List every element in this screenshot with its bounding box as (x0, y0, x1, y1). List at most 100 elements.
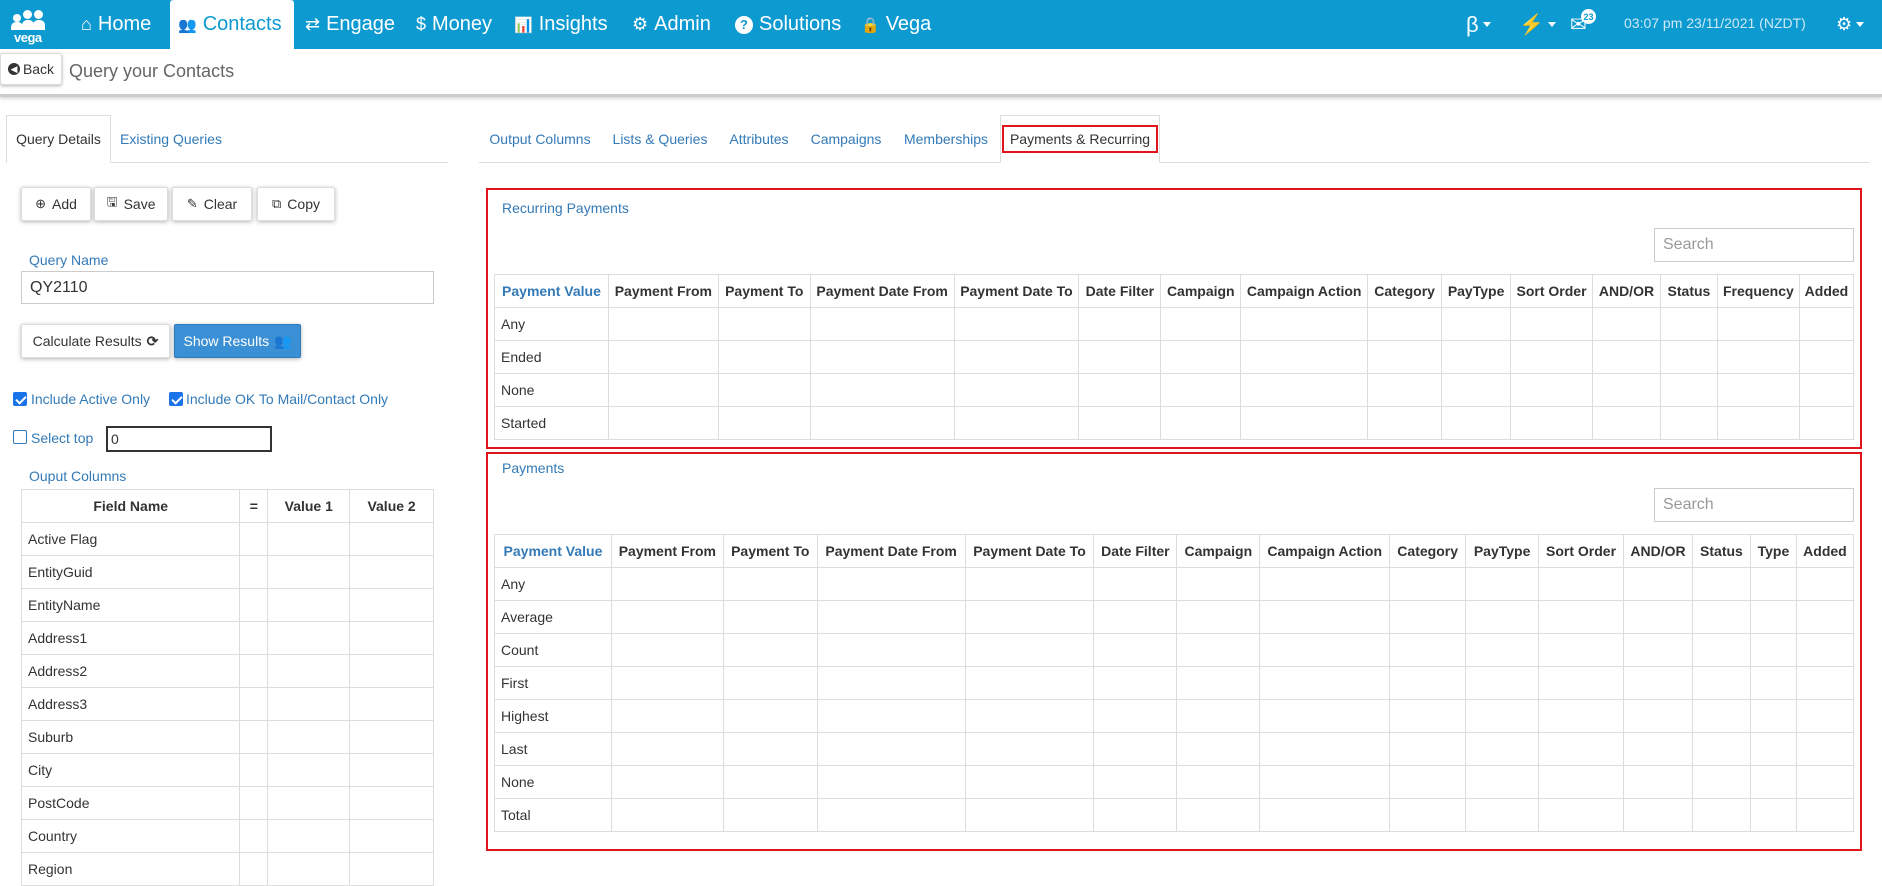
include-active-checkbox[interactable] (13, 392, 27, 406)
criteria-cell[interactable] (964, 765, 1095, 799)
column-header[interactable]: Status (1659, 274, 1718, 308)
operator-cell[interactable] (239, 786, 269, 820)
table-row[interactable]: EntityName (20, 588, 434, 622)
table-row[interactable]: Address3 (20, 687, 434, 721)
column-header[interactable]: Campaign (1176, 534, 1261, 568)
operator-cell[interactable] (239, 819, 269, 853)
value2-cell[interactable] (349, 687, 434, 721)
value1-cell[interactable] (267, 621, 351, 655)
value1-cell[interactable] (267, 753, 351, 787)
column-header[interactable]: Added (1798, 274, 1855, 308)
criteria-cell[interactable] (717, 373, 811, 407)
nav-admin[interactable]: ⚙ Admin (624, 0, 719, 49)
table-row[interactable]: Any (494, 307, 1855, 341)
criteria-cell[interactable] (1659, 340, 1718, 374)
criteria-cell[interactable] (809, 406, 955, 440)
criteria-cell[interactable] (1441, 406, 1512, 440)
criteria-cell[interactable] (1510, 307, 1593, 341)
tab-lists-queries[interactable]: Lists & Queries (605, 115, 715, 163)
criteria-cell[interactable] (1716, 406, 1800, 440)
criteria-cell[interactable] (1160, 340, 1242, 374)
criteria-cell[interactable] (1259, 567, 1391, 601)
table-row[interactable]: Ended (494, 340, 1855, 374)
column-header[interactable]: AND/OR (1623, 534, 1693, 568)
criteria-cell[interactable] (1160, 307, 1242, 341)
criteria-cell[interactable] (1749, 633, 1797, 667)
table-row[interactable]: Region (20, 852, 434, 886)
criteria-cell[interactable] (722, 666, 818, 700)
criteria-cell[interactable] (717, 307, 811, 341)
value2-cell[interactable] (349, 522, 434, 556)
criteria-cell[interactable] (964, 798, 1095, 832)
criteria-cell[interactable] (1259, 765, 1391, 799)
criteria-cell[interactable] (816, 798, 966, 832)
criteria-cell[interactable] (964, 699, 1095, 733)
criteria-cell[interactable] (816, 567, 966, 601)
criteria-cell[interactable] (1160, 406, 1242, 440)
criteria-cell[interactable] (816, 633, 966, 667)
criteria-cell[interactable] (1093, 600, 1178, 634)
criteria-cell[interactable] (1623, 732, 1693, 766)
criteria-cell[interactable] (1538, 732, 1624, 766)
criteria-cell[interactable] (607, 340, 719, 374)
criteria-cell[interactable] (1465, 798, 1540, 832)
column-header[interactable]: Campaign Action (1240, 274, 1369, 308)
criteria-cell[interactable] (1591, 406, 1661, 440)
criteria-cell[interactable] (607, 373, 719, 407)
criteria-cell[interactable] (816, 600, 966, 634)
criteria-cell[interactable] (1510, 340, 1593, 374)
criteria-cell[interactable] (1389, 666, 1467, 700)
criteria-cell[interactable] (1538, 699, 1624, 733)
criteria-cell[interactable] (1798, 406, 1855, 440)
value2-cell[interactable] (349, 654, 434, 688)
criteria-cell[interactable] (1623, 600, 1693, 634)
criteria-cell[interactable] (1659, 373, 1718, 407)
criteria-cell[interactable] (1691, 732, 1751, 766)
criteria-cell[interactable] (1441, 307, 1512, 341)
criteria-cell[interactable] (1240, 340, 1369, 374)
criteria-cell[interactable] (1749, 699, 1797, 733)
criteria-cell[interactable] (722, 798, 818, 832)
nav-engage[interactable]: ⇄ Engage (297, 0, 403, 49)
value1-cell[interactable] (267, 852, 351, 886)
column-header[interactable]: Payment To (717, 274, 811, 308)
select-top-checkbox[interactable] (13, 430, 27, 444)
tab-attributes[interactable]: Attributes (720, 115, 798, 163)
table-row[interactable]: Count (494, 633, 1855, 667)
criteria-cell[interactable] (1749, 600, 1797, 634)
query-name-input[interactable]: QY2110 (21, 271, 434, 304)
criteria-cell[interactable] (1389, 765, 1467, 799)
vega-logo[interactable]: vega (8, 6, 52, 45)
criteria-cell[interactable] (1078, 307, 1162, 341)
criteria-cell[interactable] (1538, 567, 1624, 601)
table-row[interactable]: First (494, 666, 1855, 700)
criteria-cell[interactable] (610, 765, 724, 799)
criteria-cell[interactable] (1259, 798, 1391, 832)
operator-cell[interactable] (239, 621, 269, 655)
criteria-cell[interactable] (1798, 373, 1855, 407)
criteria-cell[interactable] (722, 600, 818, 634)
table-row[interactable]: City (20, 753, 434, 787)
operator-cell[interactable] (239, 555, 269, 589)
column-header[interactable]: Payment Date To (953, 274, 1080, 308)
nav-vega[interactable]: 🔒 Vega (853, 0, 939, 49)
criteria-cell[interactable] (1465, 633, 1540, 667)
criteria-cell[interactable] (1716, 373, 1800, 407)
criteria-cell[interactable] (1659, 406, 1718, 440)
table-row[interactable]: None (494, 373, 1855, 407)
criteria-cell[interactable] (1691, 633, 1751, 667)
table-row[interactable]: Suburb (20, 720, 434, 754)
criteria-cell[interactable] (1259, 600, 1391, 634)
column-header[interactable]: Payment Date From (809, 274, 955, 308)
value2-cell[interactable] (349, 819, 434, 853)
criteria-cell[interactable] (1623, 699, 1693, 733)
criteria-cell[interactable] (1465, 765, 1540, 799)
criteria-cell[interactable] (1389, 699, 1467, 733)
column-header[interactable]: PayType (1441, 274, 1512, 308)
criteria-cell[interactable] (1465, 666, 1540, 700)
criteria-cell[interactable] (1538, 600, 1624, 634)
value1-cell[interactable] (267, 555, 351, 589)
criteria-cell[interactable] (1749, 765, 1797, 799)
calculate-results-button[interactable]: Calculate Results ⟳ (21, 324, 170, 358)
add-button[interactable]: ⊕ Add (21, 187, 91, 221)
